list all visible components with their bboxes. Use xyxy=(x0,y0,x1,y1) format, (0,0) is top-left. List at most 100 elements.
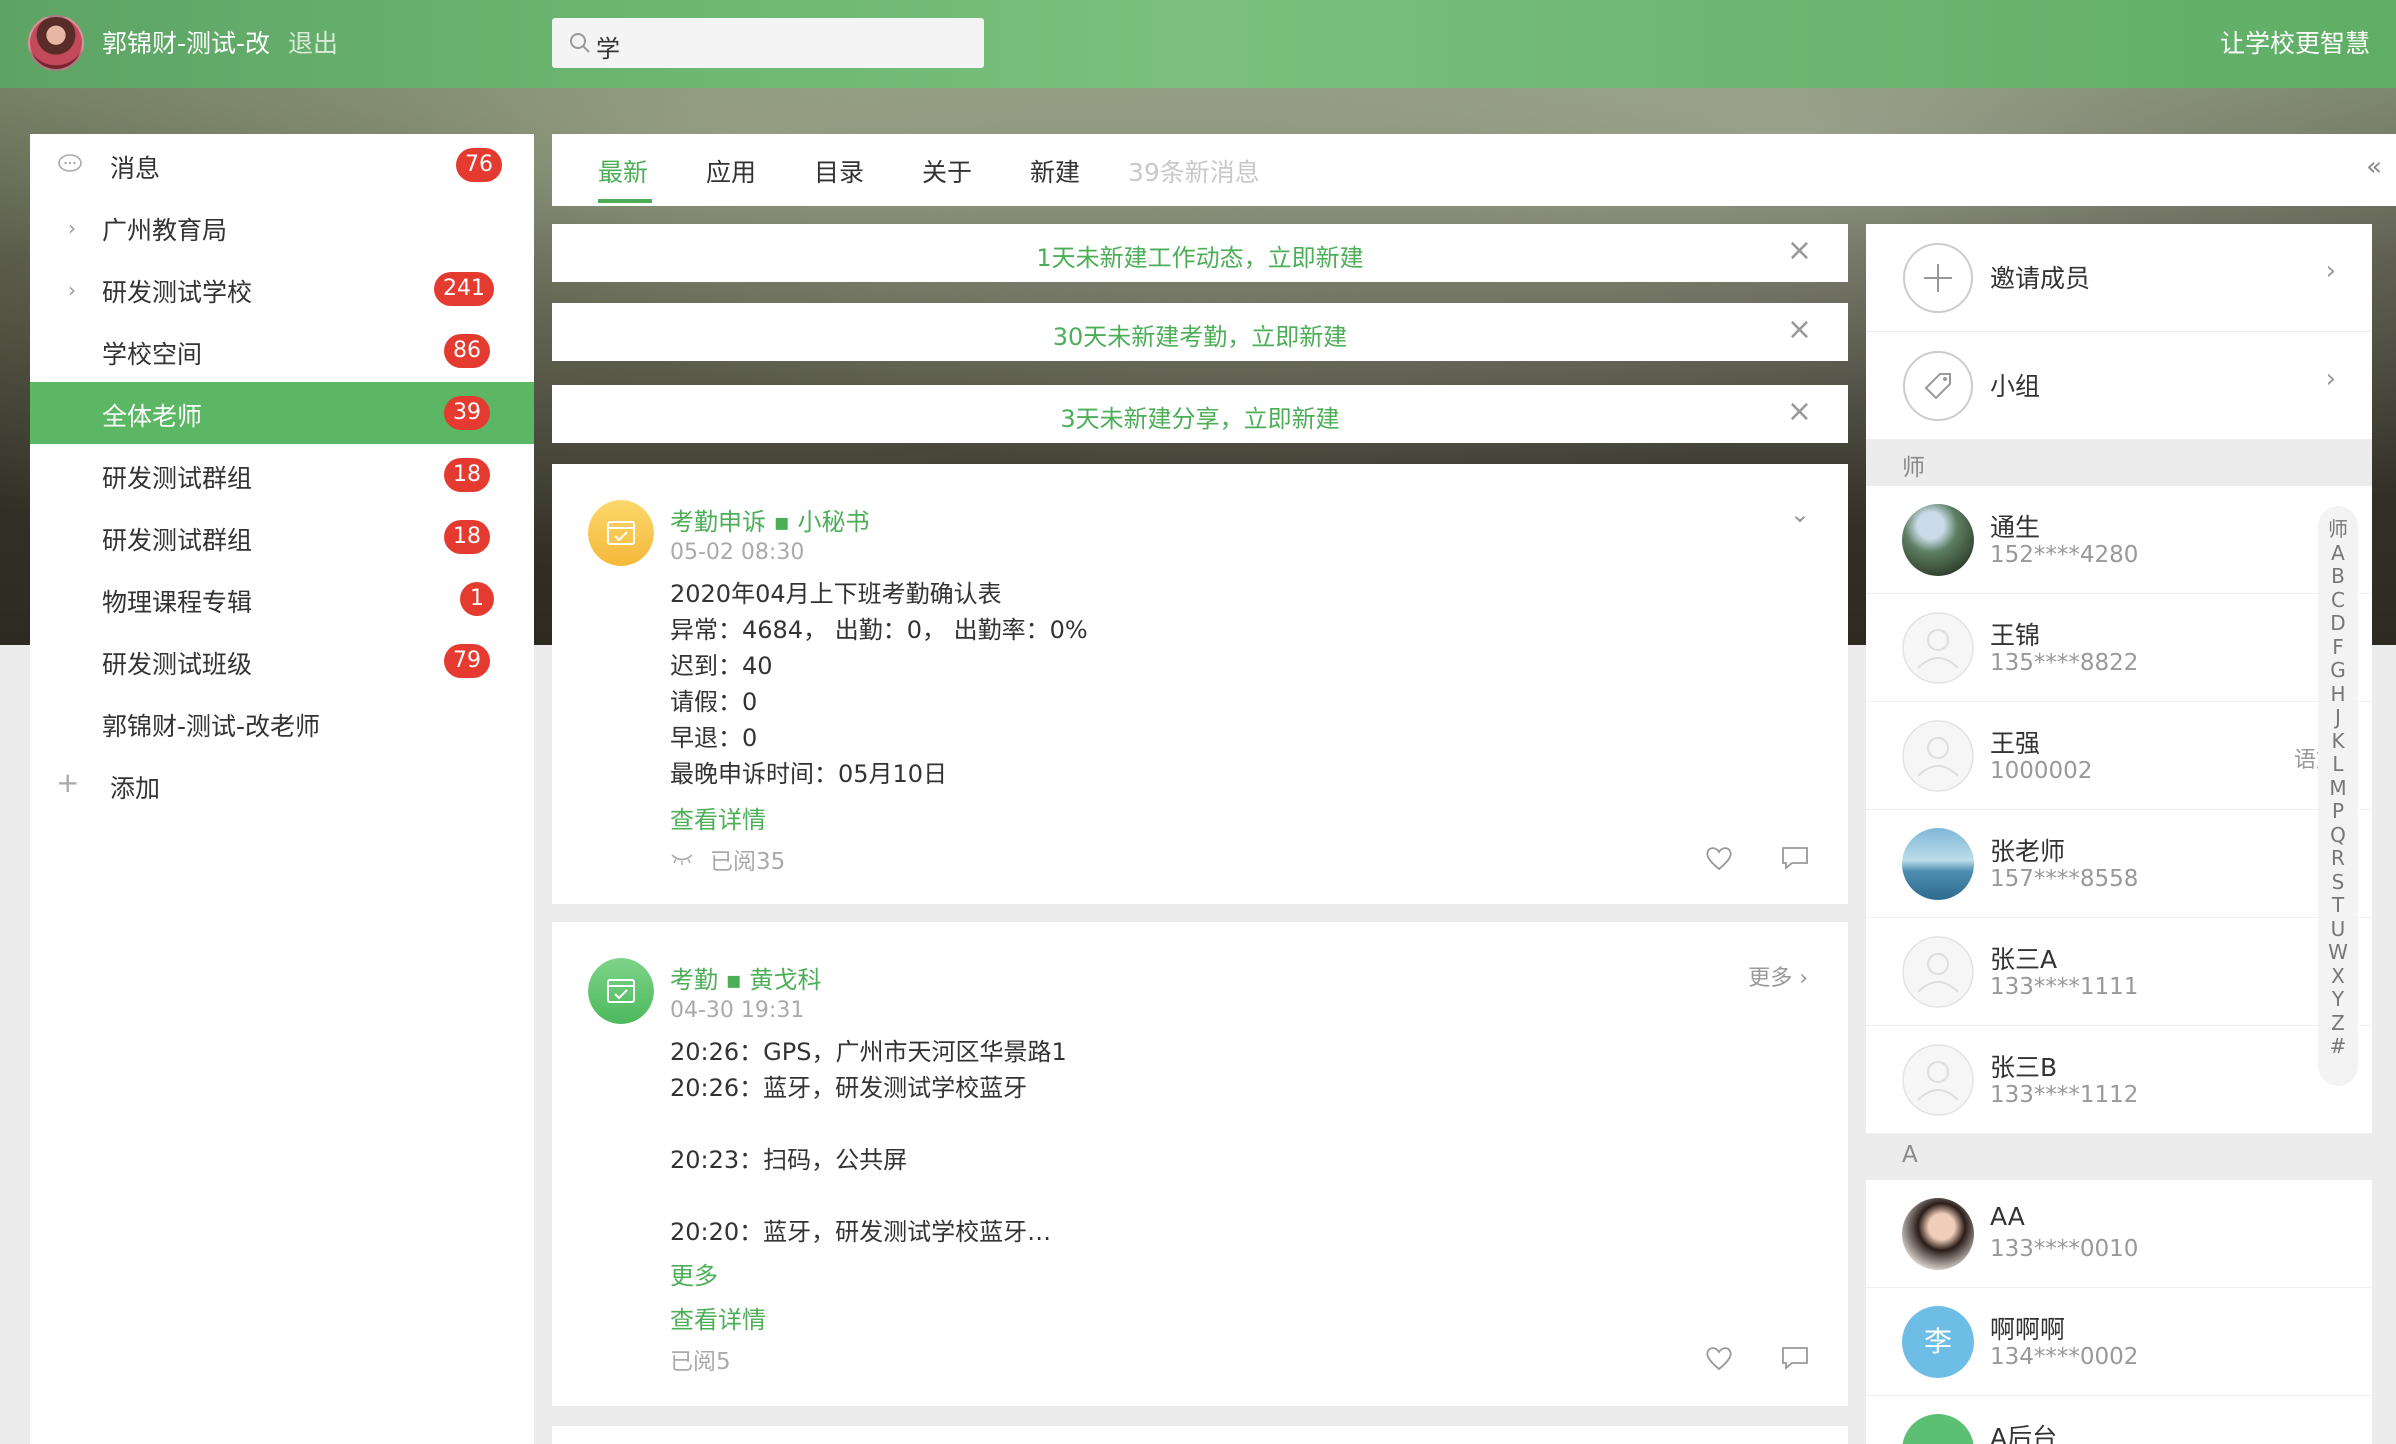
notice-banner[interactable]: 1天未新建工作动态，立即新建 × xyxy=(552,224,1848,282)
groups-label: 小组 xyxy=(1990,372,2041,401)
avatar xyxy=(1902,828,1974,900)
index-letter[interactable]: L xyxy=(2318,752,2358,777)
index-letter[interactable]: A xyxy=(2318,541,2358,566)
sidebar-item-test-group-2[interactable]: 研发测试群组 18 xyxy=(30,506,534,568)
new-messages-indicator[interactable]: 39条新消息 xyxy=(1128,153,1260,189)
expand-more-link[interactable]: 更多 xyxy=(670,1256,718,1291)
index-letter[interactable]: J xyxy=(2318,705,2358,730)
default-avatar-icon xyxy=(1902,612,1974,684)
notice-banner[interactable]: 3天未新建分享，立即新建 × xyxy=(552,385,1848,443)
index-letter[interactable]: # xyxy=(2318,1034,2358,1059)
tab-catalog[interactable]: 目录 xyxy=(814,153,864,189)
sidebar-item-school-space[interactable]: 学校空间 86 xyxy=(30,320,534,382)
tab-create[interactable]: 新建 xyxy=(1030,153,1080,189)
contact-row[interactable]: 王锦 135****8822 xyxy=(1866,594,2372,702)
index-letter[interactable]: 师 xyxy=(2318,517,2358,542)
chevron-right-icon[interactable]: › xyxy=(68,216,76,240)
sidebar-item-education-bureau[interactable]: › 广州教育局 xyxy=(30,196,534,258)
index-letter[interactable]: P xyxy=(2318,799,2358,824)
view-details-link[interactable]: 查看详情 xyxy=(670,800,766,835)
contact-row[interactable]: AA 133****0010 xyxy=(1866,1180,2372,1288)
card-line: 最晚申诉时间：05月10日 xyxy=(670,760,948,788)
contact-name: 王强 xyxy=(1990,729,2041,758)
groups-row[interactable]: 小组 › xyxy=(1866,332,2372,440)
user-name[interactable]: 郭锦财-测试-改 xyxy=(102,24,270,60)
contact-row[interactable]: 通生 152****4280 xyxy=(1866,486,2372,594)
index-letter[interactable]: X xyxy=(2318,964,2358,989)
close-icon[interactable]: × xyxy=(1787,315,1812,345)
notice-text[interactable]: 1天未新建工作动态，立即新建 xyxy=(552,238,1848,273)
sidebar-item-physics-album[interactable]: 物理课程专辑 1 xyxy=(30,568,534,630)
notice-text[interactable]: 3天未新建分享，立即新建 xyxy=(552,399,1848,434)
index-letter[interactable]: G xyxy=(2318,658,2358,683)
tab-about[interactable]: 关于 xyxy=(922,153,972,189)
sidebar-item-add[interactable]: + 添加 xyxy=(30,754,534,816)
close-icon[interactable]: × xyxy=(1787,236,1812,266)
contact-row[interactable]: 王强 1000002 语文 xyxy=(1866,702,2372,810)
index-letter[interactable]: W xyxy=(2318,940,2358,965)
contact-row[interactable]: 李 啊啊啊 134****0002 xyxy=(1866,1288,2372,1396)
logout-link[interactable]: 退出 xyxy=(288,24,338,60)
index-letter[interactable]: K xyxy=(2318,729,2358,754)
index-letter[interactable]: Y xyxy=(2318,987,2358,1012)
search-value: 学 xyxy=(596,35,620,63)
unread-badge: 241 xyxy=(434,272,494,306)
index-letter[interactable]: F xyxy=(2318,635,2358,660)
collapse-panel-icon[interactable]: « xyxy=(2366,152,2382,182)
index-letter[interactable]: U xyxy=(2318,917,2358,942)
comment-icon[interactable] xyxy=(1780,1344,1810,1372)
index-letter[interactable]: Z xyxy=(2318,1011,2358,1036)
contact-phone: 133****1111 xyxy=(1990,974,2139,1000)
tab-bar: 最新 应用 目录 关于 新建 39条新消息 « xyxy=(552,134,2396,206)
index-letter[interactable]: M xyxy=(2318,776,2358,801)
contact-name: AA xyxy=(1990,1202,2025,1231)
card-title[interactable]: 考勤 ▪ 黄戈科 xyxy=(670,960,822,995)
index-letter[interactable]: H xyxy=(2318,682,2358,707)
comment-icon[interactable] xyxy=(1780,844,1810,872)
sidebar: 消息 76 › 广州教育局 › 研发测试学校 241 学校空间 86 全体老师 … xyxy=(30,134,534,1444)
tab-latest[interactable]: 最新 xyxy=(598,153,648,189)
index-letter[interactable]: T xyxy=(2318,893,2358,918)
search-input[interactable]: 学 xyxy=(552,18,984,68)
contact-row[interactable]: 张老师 157****8558 xyxy=(1866,810,2372,918)
chevron-right-icon: › xyxy=(2325,256,2336,286)
avatar: 李 xyxy=(1902,1306,1974,1378)
section-header-a: A xyxy=(1866,1134,2372,1180)
sidebar-item-test-school[interactable]: › 研发测试学校 241 xyxy=(30,258,534,320)
contact-row[interactable]: A后台 xyxy=(1866,1396,2372,1444)
index-letter[interactable]: C xyxy=(2318,588,2358,613)
invite-members-row[interactable]: 邀请成员 › xyxy=(1866,224,2372,332)
view-details-link[interactable]: 查看详情 xyxy=(670,1300,766,1335)
sidebar-item-test-group-1[interactable]: 研发测试群组 18 xyxy=(30,444,534,506)
index-letter[interactable]: D xyxy=(2318,611,2358,636)
notice-banner[interactable]: 30天未新建考勤，立即新建 × xyxy=(552,303,1848,361)
sidebar-item-teacher-self[interactable]: 郭锦财-测试-改老师 xyxy=(30,692,534,754)
read-count[interactable]: 已阅5 xyxy=(670,1342,731,1376)
heart-icon[interactable] xyxy=(1704,1344,1734,1372)
sidebar-item-test-class[interactable]: 研发测试班级 79 xyxy=(30,630,534,692)
close-icon[interactable]: × xyxy=(1787,397,1812,427)
chevron-down-icon[interactable]: ⌄ xyxy=(1790,500,1810,528)
sidebar-item-label: 消息 xyxy=(110,154,161,183)
sidebar-item-all-teachers[interactable]: 全体老师 39 xyxy=(30,382,534,444)
heart-icon[interactable] xyxy=(1704,844,1734,872)
avatar[interactable] xyxy=(28,15,84,71)
chat-bubble-icon xyxy=(58,154,82,172)
chevron-right-icon[interactable]: › xyxy=(68,278,76,302)
card-title[interactable]: 考勤申诉 ▪ 小秘书 xyxy=(670,502,870,537)
plus-icon: + xyxy=(56,766,80,799)
sidebar-item-label: 研发测试学校 xyxy=(102,278,253,307)
tab-apps[interactable]: 应用 xyxy=(706,153,756,189)
index-letter[interactable]: S xyxy=(2318,870,2358,895)
index-letter[interactable]: R xyxy=(2318,846,2358,871)
notice-text[interactable]: 30天未新建考勤，立即新建 xyxy=(552,317,1848,352)
sidebar-item-messages[interactable]: 消息 76 xyxy=(30,134,534,196)
alphabet-index[interactable]: 师 A B C D F G H J K L M P Q R S T U W X … xyxy=(2318,506,2358,1086)
read-count[interactable]: 已阅35 xyxy=(710,842,785,876)
index-letter[interactable]: B xyxy=(2318,564,2358,589)
contact-row[interactable]: 张三B 133****1112 xyxy=(1866,1026,2372,1134)
contact-row[interactable]: 张三A 133****1111 xyxy=(1866,918,2372,1026)
more-button[interactable]: 更多 › xyxy=(1748,960,1808,992)
plus-circle-icon xyxy=(1903,243,1973,313)
index-letter[interactable]: Q xyxy=(2318,823,2358,848)
